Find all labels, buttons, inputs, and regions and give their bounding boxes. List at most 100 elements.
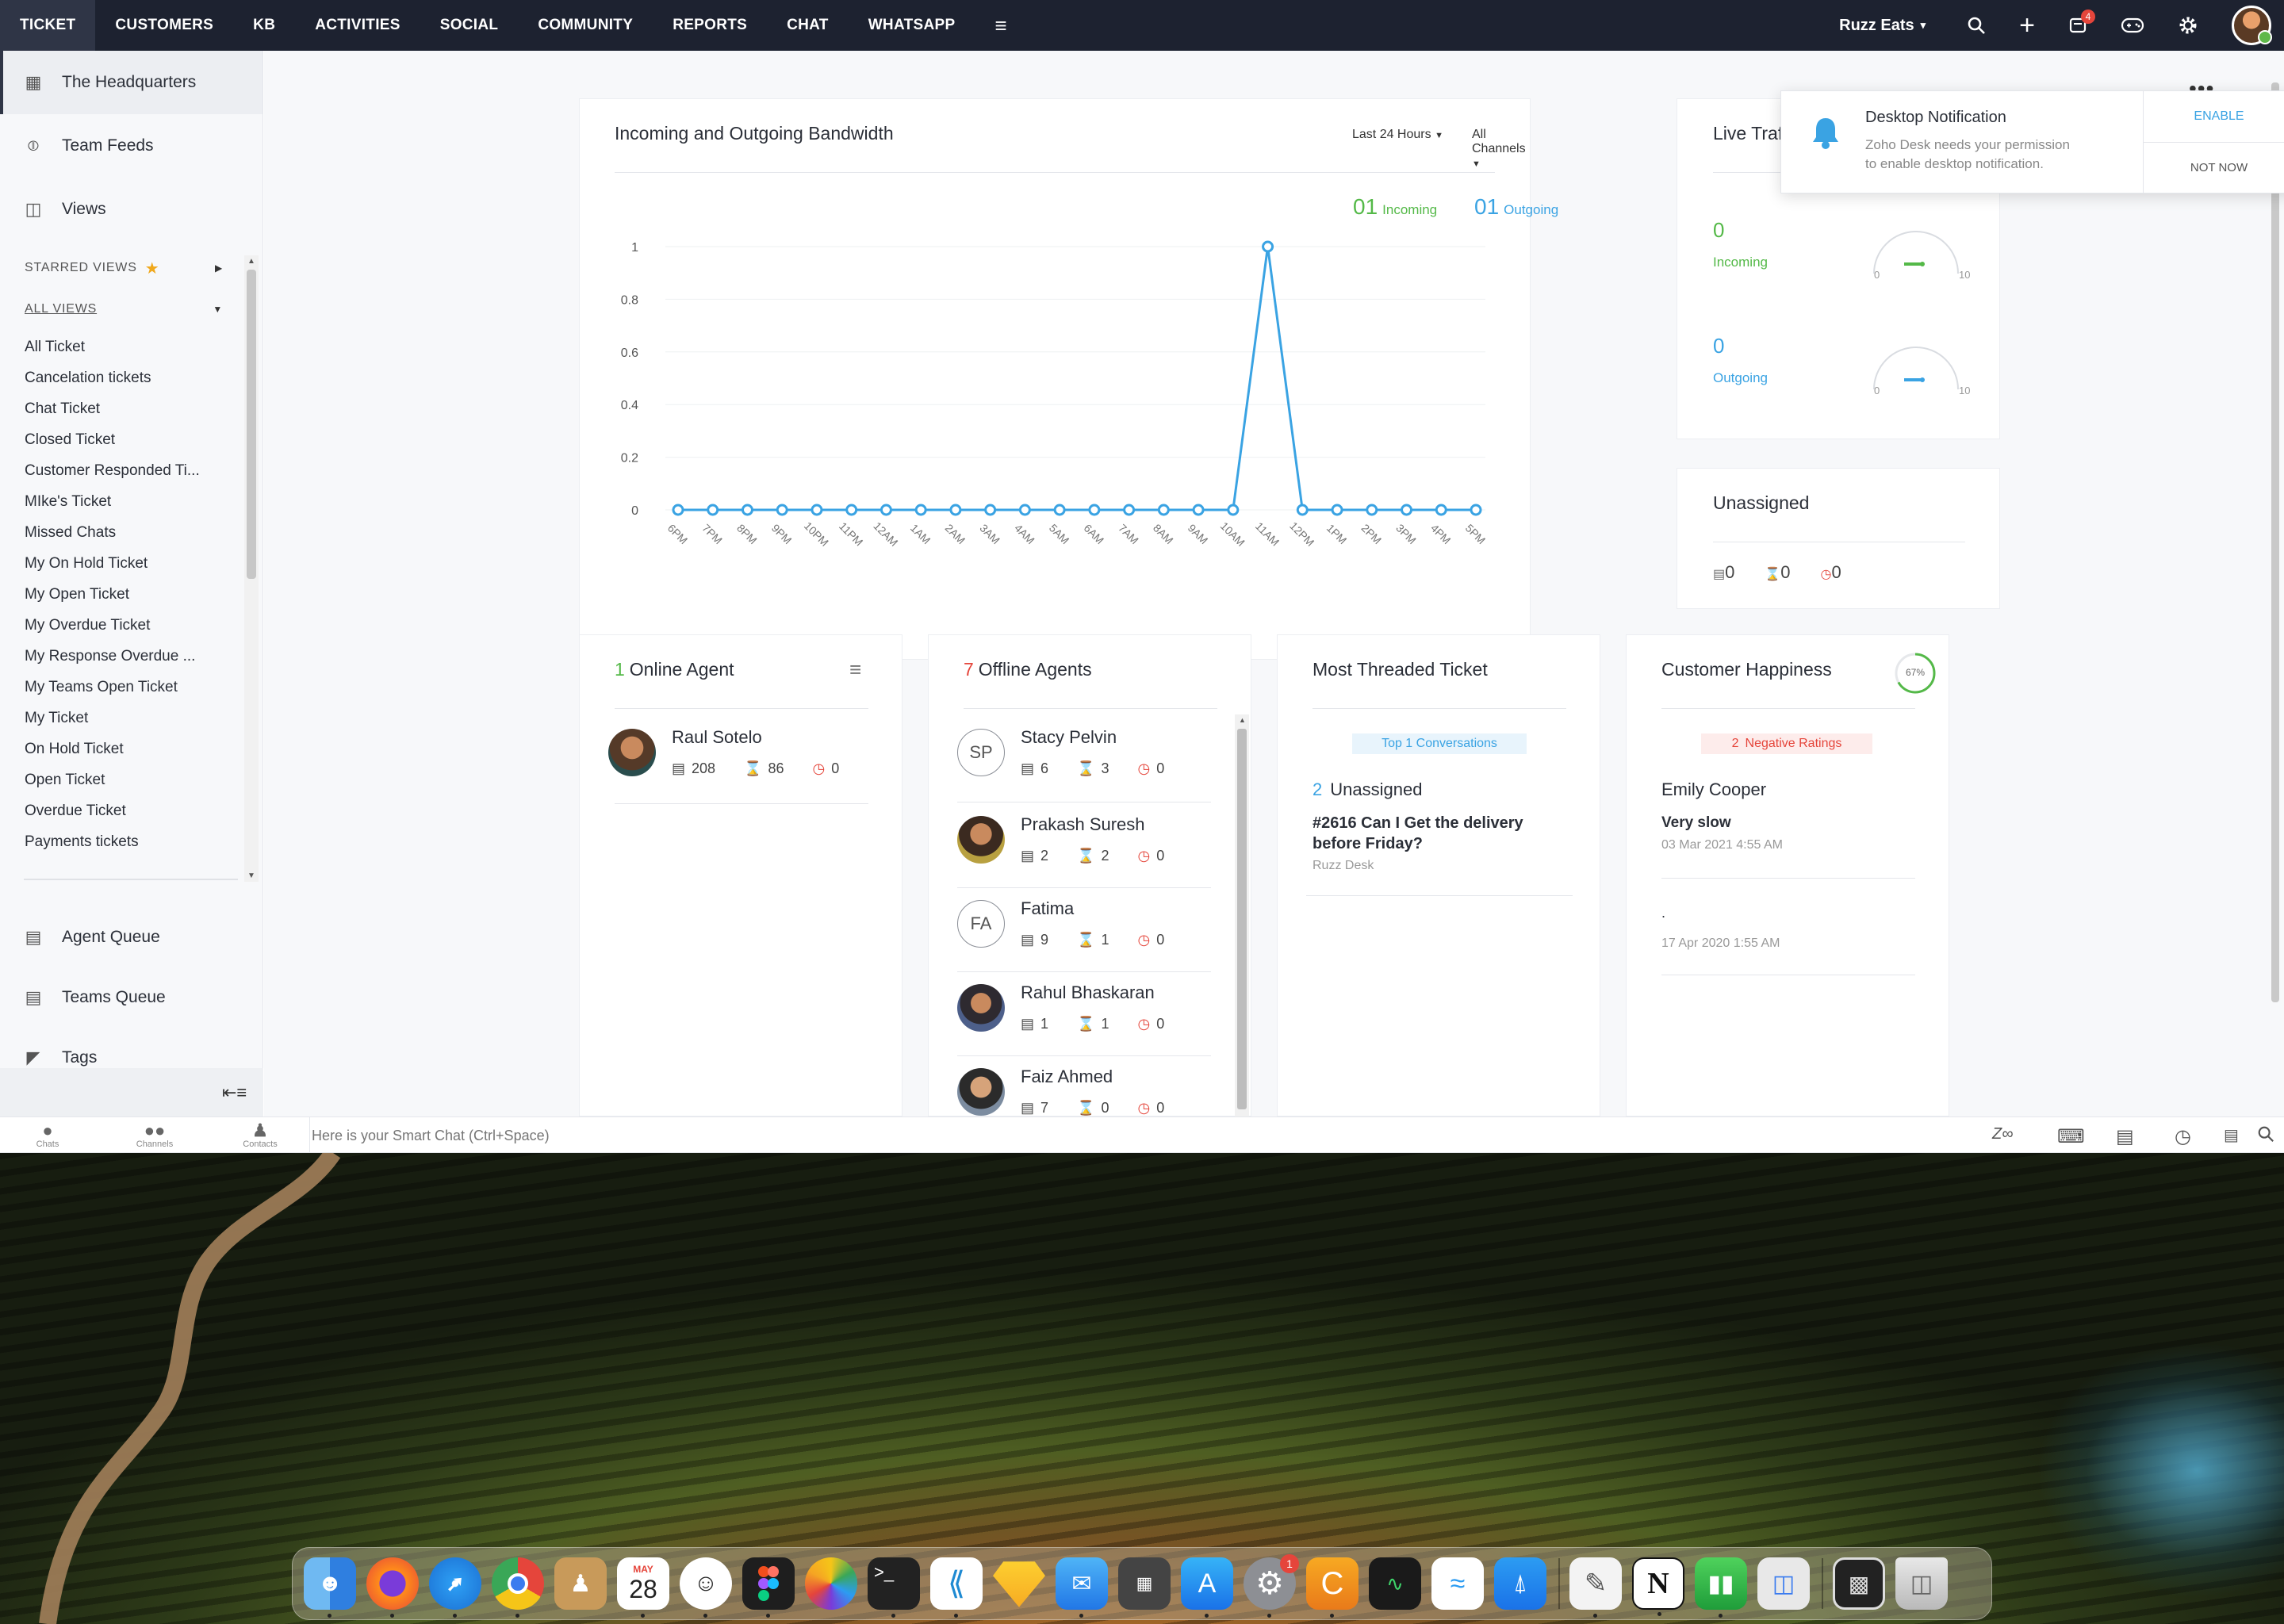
starred-views-header[interactable]: STARRED VIEWS ★ ▶ (0, 252, 263, 284)
user-avatar[interactable] (2232, 6, 2272, 45)
view-link[interactable]: Overdue Ticket (0, 795, 238, 826)
calculator-icon[interactable]: ▦ (1118, 1557, 1171, 1610)
app-store-icon[interactable]: A (1181, 1557, 1233, 1618)
trash-icon[interactable]: ◫ (1895, 1557, 1948, 1610)
notifications-icon[interactable]: 4 (2068, 10, 2095, 35)
all-views-header[interactable]: ALL VIEWS ▼ (0, 293, 263, 325)
x-tick-label: 10AM (1218, 519, 1247, 549)
gamepad-icon[interactable] (2121, 17, 2144, 34)
view-link[interactable]: My Overdue Ticket (0, 610, 238, 641)
tab-customers[interactable]: CUSTOMERS (95, 0, 233, 51)
view-link[interactable]: Cancelation tickets (0, 362, 238, 393)
ticket-icon[interactable]: ▤ (2224, 1125, 2239, 1145)
keynote-icon[interactable]: ⍋ (1494, 1557, 1546, 1610)
notion-icon[interactable]: N (1632, 1557, 1684, 1616)
tab-whatsapp[interactable]: WHATSAPP (849, 0, 975, 51)
view-link[interactable]: On Hold Ticket (0, 733, 238, 764)
main-scrollbar[interactable] (2269, 67, 2282, 1066)
scrollbar-thumb[interactable] (2271, 82, 2279, 1002)
sidebar-item-teams-queue[interactable]: ▤ Teams Queue (0, 967, 263, 1028)
contacts-button[interactable]: ♟ Contacts (236, 1122, 284, 1150)
sketch-icon[interactable] (993, 1561, 1045, 1607)
view-link[interactable]: My Open Ticket (0, 579, 238, 610)
hamburger-icon[interactable]: ≡ (975, 0, 1026, 51)
safari-icon[interactable]: ➚ (429, 1557, 481, 1618)
view-link[interactable]: My On Hold Ticket (0, 548, 238, 579)
contacts-icon[interactable]: ♟ (554, 1557, 607, 1610)
agent-row[interactable]: FA Fatima ▤ 9 ⌛ 1 ◷ 0 (957, 887, 1211, 971)
system-preferences-icon[interactable]: ⚙ 1 (1244, 1554, 1299, 1618)
gear-icon[interactable] (2178, 15, 2198, 36)
y-tick-label: 0 (631, 504, 638, 518)
history-icon[interactable]: ◷ (2175, 1125, 2191, 1148)
scrollbar-thumb[interactable] (247, 270, 256, 579)
ticket-icon: ▤ (1021, 760, 1035, 776)
tab-kb[interactable]: KB (233, 0, 295, 51)
photos-icon[interactable] (805, 1557, 857, 1610)
search-icon[interactable] (2257, 1125, 2274, 1148)
scroll-down-icon[interactable]: ▼ (247, 871, 255, 880)
freeform-icon[interactable]: ≈ (1431, 1557, 1484, 1610)
agent-row[interactable]: Prakash Suresh ▤ 2 ⌛ 2 ◷ 0 (957, 803, 1211, 887)
view-link[interactable]: Closed Ticket (0, 424, 238, 455)
screenshots-icon[interactable]: ▩ (1833, 1557, 1885, 1610)
figma-icon[interactable] (742, 1557, 795, 1618)
scroll-up-icon[interactable]: ▲ (1239, 716, 1246, 724)
channels-button[interactable]: ●● Channels (131, 1122, 178, 1150)
sidebar-item-headquarters[interactable]: ▦ The Headquarters (0, 51, 263, 114)
messages-face-icon[interactable]: ☺ (680, 1557, 732, 1618)
view-link[interactable]: Customer Responded Ti... (0, 455, 238, 486)
agent-row[interactable]: SP Stacy Pelvin ▤ 6 ⌛ 3 ◷ 0 (957, 716, 1211, 800)
chrome-icon[interactable] (492, 1557, 544, 1618)
tab-ticket[interactable]: TICKET (0, 0, 96, 51)
scrollbar-thumb[interactable] (1237, 729, 1247, 1109)
tab-activities[interactable]: ACTIVITIES (295, 0, 420, 51)
view-link[interactable]: All Ticket (0, 331, 238, 362)
chats-button[interactable]: ● Chats (24, 1122, 71, 1150)
not-now-button[interactable]: NOT NOW (2143, 142, 2284, 193)
enable-button[interactable]: ENABLE (2143, 91, 2284, 142)
tab-community[interactable]: COMMUNITY (518, 0, 653, 51)
scroll-up-icon[interactable]: ▲ (247, 257, 255, 266)
tab-reports[interactable]: REPORTS (653, 0, 767, 51)
view-link[interactable]: Missed Chats (0, 517, 238, 548)
sidebar-item-team-feeds[interactable]: ⦷ Team Feeds (0, 114, 263, 178)
offline-agents-scrollbar[interactable]: ▲ (1235, 714, 1249, 1117)
keyboard-icon[interactable]: ⌨ (2057, 1125, 2085, 1148)
calendar-icon[interactable]: MAY 28 (617, 1557, 669, 1618)
firefox-icon[interactable] (366, 1557, 419, 1618)
view-link[interactable]: My Teams Open Ticket (0, 672, 238, 703)
sidebar-item-agent-queue[interactable]: ▤ Agent Queue (0, 907, 263, 967)
agent-row[interactable]: Raul Sotelo ▤ 208 ⌛ 86 ◷ 0 (608, 716, 862, 800)
department-switcher[interactable]: Ruzz Eats ▾ (1839, 17, 1926, 35)
sidebar-item-views[interactable]: ◫ Views (0, 178, 263, 241)
ticket-link[interactable]: #2616 Can I Get the delivery before Frida… (1313, 813, 1523, 854)
view-link[interactable]: My Response Overdue ... (0, 641, 238, 672)
textedit-icon[interactable]: ✎ (1569, 1557, 1622, 1618)
view-link[interactable]: My Ticket (0, 703, 238, 733)
list-menu-icon[interactable]: ≡ (849, 657, 861, 682)
search-icon[interactable] (1967, 16, 1986, 35)
finder-icon[interactable]: ☻ (304, 1557, 356, 1618)
vscode-icon[interactable]: ⟪ (930, 1557, 983, 1618)
zia-icon[interactable]: Z∞ (1992, 1125, 2013, 1143)
view-link[interactable]: Open Ticket (0, 764, 238, 795)
numbers-icon[interactable]: ▮▮ (1695, 1557, 1747, 1618)
preview-icon[interactable]: ◫ (1757, 1557, 1810, 1610)
view-link[interactable]: MIke's Ticket (0, 486, 238, 517)
views-scrollbar[interactable]: ▲ ▼ (244, 255, 259, 882)
mail-icon[interactable]: ✉ (1056, 1557, 1108, 1618)
x-tick-label: 4PM (1428, 522, 1454, 547)
view-link[interactable]: Payments tickets (0, 826, 238, 850)
plus-icon[interactable]: + (2019, 10, 2035, 41)
pastebot-icon[interactable]: C (1306, 1557, 1359, 1618)
view-link[interactable]: Chat Ticket (0, 393, 238, 424)
collapse-sidebar-icon[interactable]: ⇤≡ (222, 1082, 247, 1103)
agent-row[interactable]: Rahul Bhaskaran ▤ 1 ⌛ 1 ◷ 0 (957, 971, 1211, 1055)
tab-social[interactable]: SOCIAL (420, 0, 519, 51)
terminal-icon[interactable]: >_ (868, 1557, 920, 1618)
tab-chat[interactable]: CHAT (767, 0, 849, 51)
calendar-alert-icon[interactable]: ▤ (2116, 1125, 2134, 1148)
activity-monitor-icon[interactable]: ∿ (1369, 1557, 1421, 1610)
smart-chat-input[interactable] (312, 1124, 1977, 1147)
